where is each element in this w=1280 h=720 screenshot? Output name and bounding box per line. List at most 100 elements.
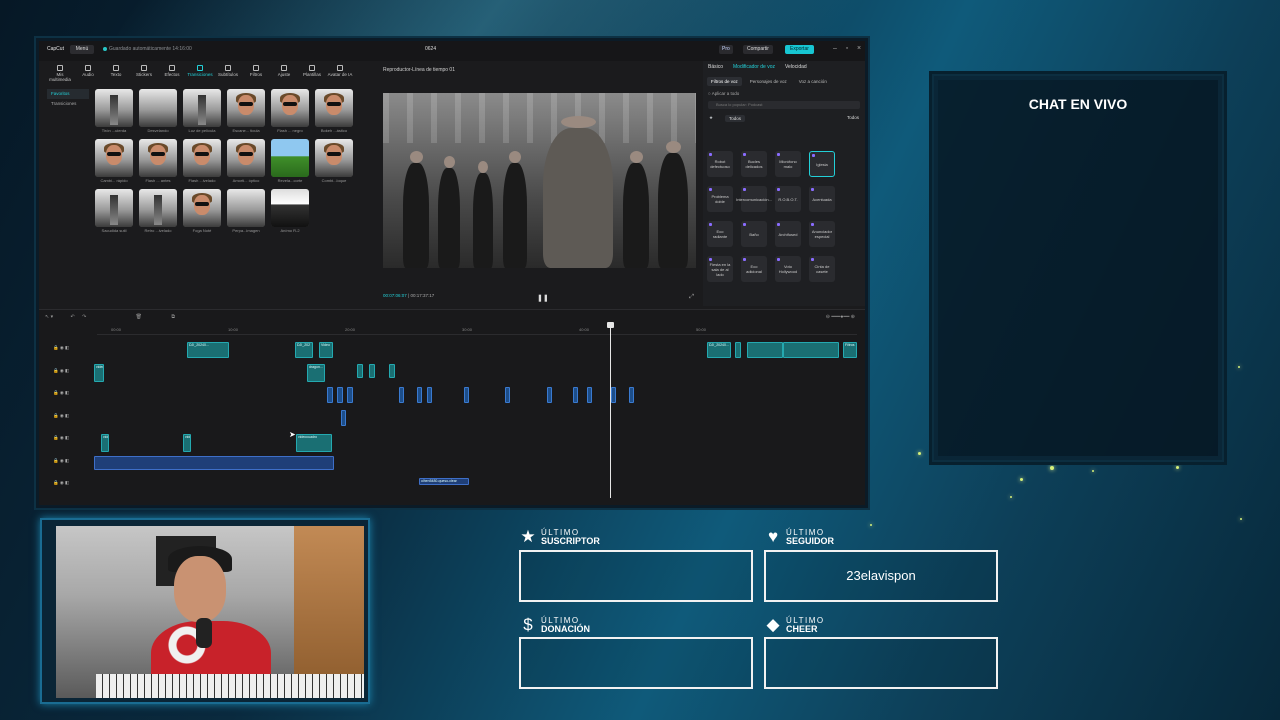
transition-thumbnail[interactable] xyxy=(227,139,265,177)
subtab-voz-cancion[interactable]: Voz a canción xyxy=(795,77,831,86)
timeline-clip[interactable]: Video xyxy=(319,342,333,358)
timeline-clip[interactable] xyxy=(341,410,346,426)
undo-icon[interactable]: ↶ xyxy=(70,314,74,320)
timeline-clip[interactable] xyxy=(611,387,616,403)
transition-thumbnail[interactable] xyxy=(139,189,177,227)
toolbar-item[interactable]: Mis multimedia xyxy=(47,63,73,82)
toolbar-item[interactable]: Avatar de IA xyxy=(327,63,353,77)
toolbar-item[interactable]: Subtítulos xyxy=(215,63,241,77)
transition-thumbnail[interactable] xyxy=(315,139,353,177)
star-icon[interactable]: ★ xyxy=(709,115,713,121)
timeline-clip[interactable] xyxy=(94,456,334,470)
timeline-clip[interactable] xyxy=(417,387,422,403)
tab-basico[interactable]: Básico xyxy=(708,64,723,72)
transition-thumbnail[interactable] xyxy=(139,89,177,127)
toolbar-item[interactable]: Filtros xyxy=(243,63,269,77)
track-controls[interactable]: 🔒 ◉ ◧ xyxy=(53,368,93,376)
timeline-clip[interactable] xyxy=(547,387,552,403)
timeline-clip[interactable] xyxy=(389,364,395,378)
toolbar-item[interactable]: Ajuste xyxy=(271,63,297,77)
maximize-icon[interactable]: ▫ xyxy=(843,45,851,53)
menu-button[interactable]: Menú xyxy=(70,45,94,54)
transition-thumbnail[interactable] xyxy=(183,89,221,127)
timeline-clip[interactable]: videocuadro xyxy=(296,434,332,452)
effect-search-input[interactable]: Busca lo popular: Podcast xyxy=(708,101,860,109)
voice-effect-item[interactable]: Acentuada xyxy=(809,186,835,212)
voice-effect-item[interactable]: Iglesia xyxy=(809,151,835,177)
transition-thumbnail[interactable] xyxy=(271,189,309,227)
pro-button[interactable]: Pro xyxy=(719,45,733,54)
tab-velocidad[interactable]: Velocidad xyxy=(785,64,807,72)
timeline-clip[interactable] xyxy=(505,387,510,403)
voice-effect-item[interactable]: Anunciador especial xyxy=(809,221,835,247)
track-controls[interactable]: 🔒 ◉ ◧ xyxy=(53,390,93,398)
sidebar-item-favoritos[interactable]: Favoritos xyxy=(47,89,89,99)
timeline-clip[interactable]: video xyxy=(183,434,191,452)
tab-modificador-voz[interactable]: Modificador de voz xyxy=(733,64,775,72)
toolbar-item[interactable]: Plantillas xyxy=(299,63,325,77)
video-preview[interactable] xyxy=(383,93,696,268)
voice-effect-item[interactable]: Baño xyxy=(741,221,767,247)
transition-thumbnail[interactable] xyxy=(95,89,133,127)
timeline-clip[interactable] xyxy=(369,364,375,378)
timeline-clip[interactable]: Filtros xyxy=(843,342,857,358)
voice-effect-item[interactable]: Robot defectuoso xyxy=(707,151,733,177)
timeline-clip[interactable] xyxy=(747,342,783,358)
transition-thumbnail[interactable] xyxy=(315,89,353,127)
voice-effect-item[interactable]: Cinta de casete xyxy=(809,256,835,282)
timeline-clip[interactable] xyxy=(337,387,343,403)
subtab-personajes-voz[interactable]: Personajes de voz xyxy=(746,77,791,86)
apply-all-checkbox[interactable]: ○ Aplicar a todo xyxy=(703,88,865,99)
delete-icon[interactable]: 🗑 xyxy=(136,314,142,320)
timeline-clip[interactable] xyxy=(357,364,363,378)
audio-clip[interactable]: olhen5480-queso-clear xyxy=(419,478,469,485)
toolbar-item[interactable]: Audio xyxy=(75,63,101,77)
share-button[interactable]: Compartir xyxy=(743,45,773,54)
timeline-clip[interactable] xyxy=(327,387,333,403)
split-icon[interactable]: ⧉ xyxy=(171,314,175,320)
voice-effect-item[interactable]: Eco radiante xyxy=(707,221,733,247)
track-controls[interactable]: 🔒 ◉ ◧ xyxy=(53,435,93,443)
transition-thumbnail[interactable] xyxy=(95,189,133,227)
minimize-icon[interactable]: – xyxy=(831,45,839,53)
voice-effect-item[interactable]: Bucles delicados xyxy=(741,151,767,177)
timeline-clip[interactable] xyxy=(629,387,634,403)
filter-all-dropdown[interactable]: Todos xyxy=(847,115,859,120)
toolbar-item[interactable]: Texto xyxy=(103,63,129,77)
transition-thumbnail[interactable] xyxy=(271,89,309,127)
voice-effect-item[interactable]: Intercomunicación... xyxy=(736,186,772,212)
timeline-clip[interactable]: video xyxy=(94,364,104,382)
track-controls[interactable]: 🔒 ◉ ◧ xyxy=(53,480,93,488)
voice-effect-item[interactable]: Voto Hollywood xyxy=(775,256,801,282)
toolbar-item[interactable]: Transiciones xyxy=(187,63,213,77)
timeline-clip[interactable] xyxy=(427,387,432,403)
subtab-filtros-voz[interactable]: Filtros de voz xyxy=(707,77,742,86)
timeline-clip[interactable]: DJI_20240... xyxy=(187,342,229,358)
timeline-clip[interactable] xyxy=(587,387,592,403)
toolbar-item[interactable]: Stickers xyxy=(131,63,157,77)
timeline-clip[interactable] xyxy=(783,342,839,358)
voice-effect-item[interactable]: Micrófono malo xyxy=(775,151,801,177)
timeline-clip[interactable]: DJI_202 xyxy=(295,342,313,358)
pause-icon[interactable]: ❚❚ xyxy=(537,294,549,302)
track-controls[interactable]: 🔒 ◉ ◧ xyxy=(53,458,93,466)
close-icon[interactable]: × xyxy=(855,45,863,53)
voice-effect-item[interactable]: Eco adicional xyxy=(741,256,767,282)
transition-thumbnail[interactable] xyxy=(95,139,133,177)
export-button[interactable]: Exportar xyxy=(785,45,814,54)
toolbar-item[interactable]: Efectos xyxy=(159,63,185,77)
timeline-clip[interactable] xyxy=(347,387,353,403)
filter-all-button[interactable]: Todos xyxy=(725,115,746,122)
timeline-clip[interactable] xyxy=(399,387,404,403)
track-controls[interactable]: 🔒 ◉ ◧ xyxy=(53,413,93,421)
voice-effect-item[interactable]: Fiesta en la sala de al lado xyxy=(707,256,733,282)
transition-thumbnail[interactable] xyxy=(227,89,265,127)
track-controls[interactable]: 🔒 ◉ ◧ xyxy=(53,345,93,353)
voice-effect-item[interactable]: R.O.B.O.T. xyxy=(775,186,801,212)
transition-thumbnail[interactable] xyxy=(271,139,309,177)
fullscreen-icon[interactable]: ⤢ xyxy=(689,294,694,301)
transition-thumbnail[interactable] xyxy=(139,139,177,177)
timeline-clip[interactable]: DJI_20240... xyxy=(707,342,731,358)
timeline-clip[interactable] xyxy=(735,342,741,358)
playhead[interactable] xyxy=(607,322,614,498)
